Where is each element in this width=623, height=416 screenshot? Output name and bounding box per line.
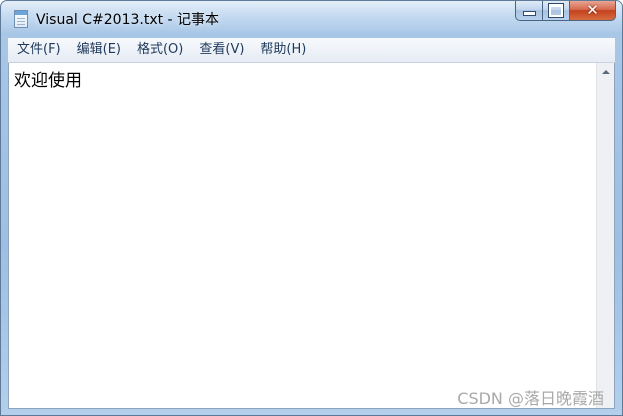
menu-edit[interactable]: 编辑(E) bbox=[70, 38, 128, 62]
maximize-button[interactable] bbox=[542, 1, 569, 21]
window-title: Visual C#2013.txt - 记事本 bbox=[36, 12, 220, 28]
editor-content[interactable]: 欢迎使用 bbox=[14, 66, 82, 91]
menu-help[interactable]: 帮助(H) bbox=[253, 38, 313, 62]
text-editor-area[interactable]: 欢迎使用 bbox=[8, 63, 615, 409]
watermark-text: CSDN @落日晚霞酒 bbox=[457, 389, 604, 408]
notepad-icon[interactable] bbox=[14, 10, 28, 28]
vertical-scrollbar[interactable] bbox=[596, 63, 614, 408]
notepad-window: Visual C#2013.txt - 记事本 ✕ 文件(F) 编辑(E) 格式… bbox=[0, 0, 623, 416]
title-bar[interactable]: Visual C#2013.txt - 记事本 ✕ bbox=[1, 1, 622, 35]
menu-view[interactable]: 查看(V) bbox=[192, 38, 251, 62]
close-button[interactable]: ✕ bbox=[569, 1, 616, 21]
menu-bar: 文件(F) 编辑(E) 格式(O) 查看(V) 帮助(H) bbox=[8, 38, 615, 63]
scroll-up-arrow-icon[interactable] bbox=[597, 63, 614, 80]
close-icon: ✕ bbox=[586, 1, 599, 19]
caption-buttons: ✕ bbox=[515, 1, 616, 23]
minimize-icon bbox=[522, 11, 536, 16]
minimize-button[interactable] bbox=[515, 1, 542, 21]
menu-file[interactable]: 文件(F) bbox=[10, 38, 68, 62]
maximize-icon bbox=[548, 3, 564, 18]
menu-format[interactable]: 格式(O) bbox=[130, 38, 190, 62]
